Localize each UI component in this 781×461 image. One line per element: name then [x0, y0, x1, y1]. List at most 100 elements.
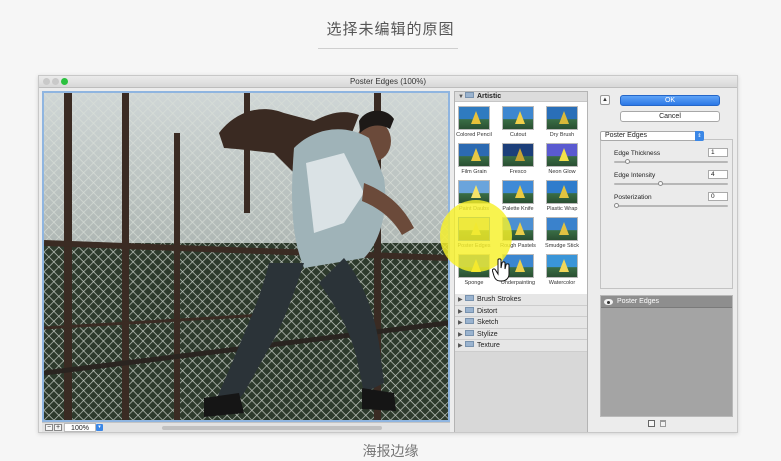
disclosure-closed-icon: ▶: [458, 343, 463, 349]
filter-thumb[interactable]: Dry Brush: [539, 104, 583, 141]
posterization-slider-thumb[interactable]: [614, 203, 619, 208]
edge-thickness-label: Edge Thickness: [614, 150, 661, 157]
category-artistic[interactable]: ▼ Artistic: [455, 92, 587, 102]
hand-cursor-icon: [492, 258, 510, 282]
sailboat-icon: [559, 111, 569, 124]
sailboat-icon: [559, 222, 569, 235]
sailboat-icon: [471, 185, 481, 198]
filter-thumb[interactable]: Fresco: [495, 141, 539, 178]
cancel-button[interactable]: Cancel: [620, 111, 720, 122]
disclosure-closed-icon: ▶: [458, 308, 463, 315]
sailboat-icon: [515, 111, 525, 124]
filter-thumb-image: [546, 254, 578, 278]
filter-thumb-label: Watercolor: [548, 280, 576, 286]
edge-thickness-slider-thumb[interactable]: [624, 159, 630, 164]
filter-thumb-label: Film Grain: [461, 169, 487, 175]
category-row[interactable]: ▶ Brush Strokes: [455, 294, 587, 306]
zoom-level-field[interactable]: 100%: [64, 423, 96, 432]
folder-icon: [465, 306, 474, 313]
edge-thickness-field[interactable]: 1: [708, 148, 728, 157]
sailboat-icon: [515, 185, 525, 198]
collapse-gallery-button[interactable]: ▲: [600, 95, 610, 105]
filter-thumb[interactable]: Watercolor: [539, 252, 583, 289]
filter-thumb-image: [546, 106, 578, 130]
posterization-label: Posterization: [614, 194, 652, 201]
filter-thumb-label: Smudge Stick: [545, 243, 579, 249]
effect-layers-list: Poster Edges: [600, 295, 733, 417]
edge-intensity-slider[interactable]: [614, 181, 728, 186]
filter-thumb[interactable]: Cutout: [495, 104, 539, 141]
posterization-field[interactable]: 0: [708, 192, 728, 201]
sailboat-icon: [515, 222, 525, 235]
settings-panel: ▲ OK Cancel Edge Thickness 1 Edge Intens…: [592, 91, 736, 432]
bottom-caption: 海报边缘: [362, 444, 419, 460]
effect-layer-label: Poster Edges: [617, 298, 660, 305]
edge-intensity-label: Edge Intensity: [614, 172, 656, 179]
folder-icon: [465, 329, 474, 336]
page: 选择未编辑的原图 Poster Edges (100%) − + 100% ▾ …: [0, 0, 781, 460]
effect-layer-row[interactable]: Poster Edges: [601, 296, 732, 308]
filter-thumb-image: [458, 106, 490, 130]
filter-thumb-image: [546, 180, 578, 204]
filter-thumb-image: [546, 217, 578, 241]
filter-select[interactable]: Poster Edges ⇕: [600, 131, 704, 141]
posterization-slider[interactable]: [614, 203, 728, 208]
section-heading: 选择未编辑的原图: [326, 20, 455, 38]
folder-icon: [465, 92, 474, 99]
filter-thumb[interactable]: Plastic Wrap: [539, 178, 583, 215]
category-row[interactable]: ▶ Texture: [455, 340, 587, 352]
category-label: Stylize: [477, 330, 498, 338]
category-row[interactable]: ▶ Stylize: [455, 328, 587, 340]
window-titlebar: Poster Edges (100%): [39, 76, 737, 88]
preview-photo: [44, 93, 448, 420]
filter-thumb[interactable]: Smudge Stick: [539, 215, 583, 252]
window-title: Poster Edges (100%): [349, 77, 427, 86]
category-label: Artistic: [477, 93, 502, 100]
filter-thumb-image: [546, 143, 578, 167]
folder-icon: [465, 341, 474, 348]
edge-intensity-slider-thumb[interactable]: [657, 181, 663, 186]
eye-icon[interactable]: [604, 299, 613, 305]
filter-thumb-label: Cutout: [509, 132, 527, 138]
collapsed-categories: ▶ Brush Strokes ▶ Distort ▶ Sketch ▶ Stylize ▶ Te…: [455, 294, 587, 352]
category-label: Sketch: [477, 319, 499, 326]
edge-thickness-slider[interactable]: [614, 159, 728, 164]
category-label: Distort: [477, 307, 498, 315]
ok-button[interactable]: OK: [620, 95, 720, 106]
heading-divider: [318, 48, 458, 49]
filter-thumb-image: [502, 180, 534, 204]
zoom-out-button[interactable]: −: [45, 424, 53, 431]
sailboat-icon: [515, 148, 525, 161]
filter-thumb[interactable]: Palette Knife: [495, 178, 539, 215]
trash-icon[interactable]: [660, 420, 666, 427]
zoom-menu-chevron-icon[interactable]: ▾: [96, 424, 103, 431]
select-chevron-icon: ⇕: [695, 131, 704, 141]
filter-gallery-window: Poster Edges (100%) − + 100% ▾ ▼ Artisti…: [38, 75, 738, 433]
filter-settings-group: Edge Thickness 1 Edge Intensity 4 Poster…: [600, 139, 733, 289]
filter-thumb-label: Colored Pencil: [456, 132, 492, 138]
filter-thumb[interactable]: Colored Pencil: [451, 104, 495, 141]
filter-thumb-image: [502, 106, 534, 130]
edge-intensity-field[interactable]: 4: [708, 170, 728, 179]
disclosure-open-icon: ▼: [458, 94, 464, 100]
disclosure-closed-icon: ▶: [458, 320, 463, 326]
category-label: Texture: [477, 342, 500, 349]
sailboat-icon: [559, 148, 569, 161]
filter-thumb[interactable]: Neon Glow: [539, 141, 583, 178]
new-effect-layer-icon[interactable]: [648, 420, 655, 427]
gallery-empty-area: [455, 352, 587, 432]
disclosure-closed-icon: ▶: [458, 331, 463, 338]
image-preview[interactable]: [42, 91, 450, 422]
filter-thumb-image: [458, 143, 490, 167]
filter-thumb-label: Dry Brush: [549, 132, 575, 138]
filter-thumb[interactable]: Film Grain: [451, 141, 495, 178]
category-row[interactable]: ▶ Distort: [455, 305, 587, 317]
sailboat-icon: [559, 259, 569, 272]
folder-icon: [465, 295, 474, 302]
horizontal-scrollbar[interactable]: [162, 426, 382, 430]
category-row[interactable]: ▶ Sketch: [455, 317, 587, 329]
filter-thumb-label: Neon Glow: [548, 169, 576, 175]
sailboat-icon: [515, 259, 525, 272]
filter-thumb-image: [502, 143, 534, 167]
zoom-in-button[interactable]: +: [54, 424, 62, 431]
